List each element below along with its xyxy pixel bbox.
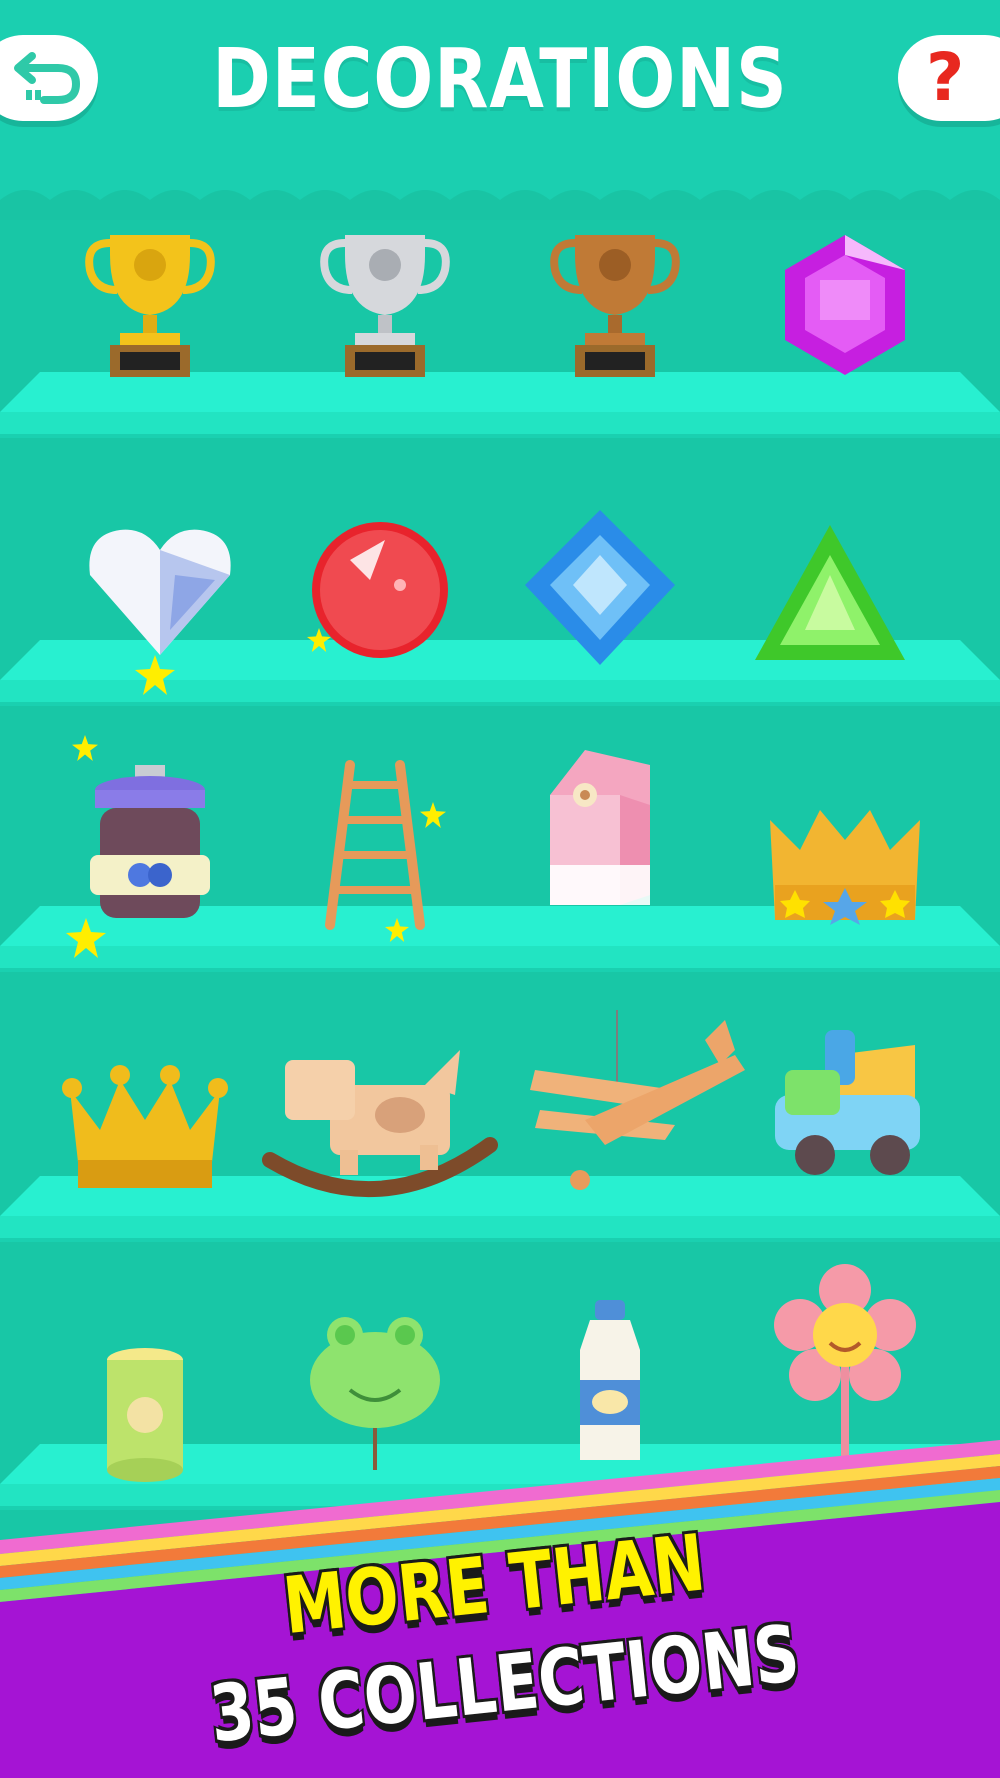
gold-crown-icon <box>62 1065 228 1188</box>
blue-diamond-gem[interactable] <box>515 505 685 675</box>
wooden-ladder-icon <box>325 760 425 930</box>
bronze-trophy[interactable] <box>530 215 700 385</box>
purple-gem[interactable] <box>760 220 930 390</box>
help-question-icon: ? <box>926 39 965 116</box>
green-triangle-gem[interactable] <box>745 505 915 675</box>
blue-diamond-gem-icon <box>525 510 675 665</box>
green-triangle-gem-icon <box>755 525 905 660</box>
sparkle-star-icon <box>135 655 175 695</box>
bronze-trophy-icon <box>550 235 680 377</box>
back-arrow-icon <box>14 52 81 104</box>
toy-biplane-icon <box>530 1010 745 1190</box>
sparkle-star-icon <box>72 735 98 761</box>
gold-crown[interactable] <box>60 1050 230 1220</box>
page-title: DECORATIONS <box>212 32 788 127</box>
toy-biplane[interactable] <box>525 1010 755 1210</box>
purple-gem-icon <box>785 235 905 375</box>
toy-dump-truck[interactable] <box>765 1025 935 1195</box>
rocking-dog-toy-icon <box>262 1050 498 1198</box>
toy-dump-truck-icon <box>775 1030 920 1175</box>
sparkle-star-icon <box>307 628 331 652</box>
crystal-heart[interactable] <box>75 505 245 675</box>
milk-carton[interactable] <box>515 745 685 915</box>
jeweled-crown[interactable] <box>760 780 930 950</box>
milk-carton-icon <box>550 750 650 905</box>
help-button[interactable]: ? <box>898 35 1000 121</box>
promo-banner: MORE THAN 35 COLLECTIONS <box>0 1440 1000 1778</box>
jeweled-crown-icon <box>770 810 920 925</box>
gold-trophy[interactable] <box>65 215 235 385</box>
silver-trophy-icon <box>320 235 450 377</box>
sparkle-star-icon <box>420 802 446 828</box>
rocking-dog-toy[interactable] <box>260 1040 500 1210</box>
blueberry-jam-jar-icon <box>90 765 210 918</box>
silver-trophy[interactable] <box>300 215 470 385</box>
sparkle-star-icon <box>66 918 106 958</box>
gold-trophy-icon <box>85 235 215 377</box>
back-button[interactable] <box>0 35 98 121</box>
wooden-ladder[interactable] <box>295 760 465 930</box>
sparkle-star-icon <box>385 918 409 942</box>
crystal-heart-icon <box>89 529 231 655</box>
blueberry-jam-jar[interactable] <box>65 760 235 930</box>
header-scallop-edge <box>0 190 1000 220</box>
